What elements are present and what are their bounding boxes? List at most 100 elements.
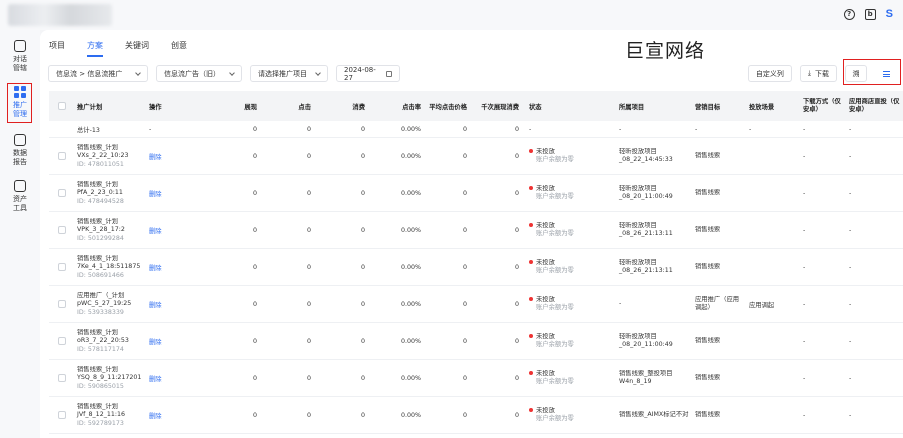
select-all-checkbox[interactable] — [58, 102, 66, 110]
plan-name-link[interactable]: 销售线索_计划YSQ_8_9_11:217201 — [77, 366, 141, 381]
col-header[interactable]: 消费 — [313, 102, 367, 111]
sidebar-item-assets[interactable]: 资产 工具 — [4, 180, 36, 213]
delete-link[interactable]: 删除 — [149, 154, 162, 161]
watermark-text: 巨宣网络 — [625, 40, 706, 62]
col-header[interactable]: 点击率 — [367, 102, 423, 111]
row-checkbox-cell — [49, 263, 75, 271]
tab-keyword[interactable]: 关键词 — [125, 40, 149, 57]
highlight-box-toolbar — [843, 59, 901, 85]
plan-id: ID: 501299284 — [77, 234, 124, 242]
download-method-cell: - — [803, 337, 806, 345]
row-checkbox[interactable] — [58, 337, 66, 345]
total-cell: - — [803, 125, 806, 133]
row-checkbox[interactable] — [58, 300, 66, 308]
plan-id: ID: 539338339 — [77, 308, 124, 316]
col-header: 投放场景 — [749, 103, 775, 111]
delete-link[interactable]: 删除 — [149, 302, 162, 309]
row-checkbox[interactable] — [58, 189, 66, 197]
plan-name-link[interactable]: 销售线索_计划VPK_3_28_17:2 — [77, 218, 125, 233]
delete-link[interactable]: 删除 — [149, 413, 162, 420]
col-header[interactable]: 展现 — [187, 102, 259, 111]
highlight-box-sidebar — [7, 83, 32, 123]
download-method-cell: - — [803, 300, 806, 308]
project-cell: 轻昕投放项目_08_20_11:00:49 — [619, 333, 673, 348]
status-dot-icon — [529, 149, 533, 153]
status-subtext: 账户余额为零 — [536, 230, 574, 237]
impressions-cell: 0 — [252, 411, 257, 419]
status-cell: 未投放 账户余额为零 — [521, 259, 617, 275]
status-text: 未投放 — [536, 222, 555, 229]
row-checkbox[interactable] — [58, 263, 66, 271]
cost-cell: 0 — [360, 152, 365, 160]
impressions-cell: 0 — [252, 374, 257, 382]
tab-project[interactable]: 项目 — [49, 40, 65, 57]
goal-cell: 销售线索 — [695, 226, 721, 233]
plan-name-link[interactable]: 应用推广（_计划pWC_5_27_19:25 — [77, 292, 131, 307]
col-header: 所属项目 — [619, 103, 645, 111]
plan-name-link[interactable]: 销售线索_计划oR3_7_22_20:53 — [77, 329, 129, 344]
delete-link[interactable]: 删除 — [149, 191, 162, 198]
row-checkbox[interactable] — [58, 374, 66, 382]
tab-plan[interactable]: 方案 — [87, 40, 103, 57]
col-header: 推广计划 — [77, 103, 103, 111]
delete-link[interactable]: 删除 — [149, 228, 162, 235]
op-cell: 删除 — [147, 263, 187, 272]
row-checkbox-cell — [49, 189, 75, 197]
share-icon[interactable]: b — [864, 8, 876, 20]
op-cell: 删除 — [147, 226, 187, 235]
cost-cell: 0 — [360, 411, 365, 419]
table-body: 销售线索_计划VXs_2_22_10:23 ID: 478011051 删除 0… — [49, 138, 903, 434]
total-cell: - — [695, 125, 698, 133]
cpm-cell: 0 — [514, 226, 519, 234]
table-row: 销售线索_计划oR3_7_22_20:53 ID: 578117174 删除 0… — [49, 323, 903, 360]
project-select[interactable]: 请选择推广项目 — [250, 65, 328, 82]
clicks-cell: 0 — [306, 411, 311, 419]
col-header[interactable]: 点击 — [259, 102, 313, 111]
plan-name-link[interactable]: 销售线索_计划JVf_8_12_11:16 — [77, 403, 125, 418]
user-avatar[interactable]: S — [886, 8, 893, 20]
delete-link[interactable]: 删除 — [149, 265, 162, 272]
custom-columns-button[interactable]: 自定义列 — [747, 65, 792, 82]
plan-name-cell: 应用推广（_计划pWC_5_27_19:25 ID: 539338339 — [75, 292, 147, 317]
delete-link[interactable]: 删除 — [149, 339, 162, 346]
status-subtext: 账户余额为零 — [536, 378, 574, 385]
row-checkbox[interactable] — [58, 411, 66, 419]
clicks-cell: 0 — [306, 152, 311, 160]
ctr-cell: 0.00% — [400, 300, 421, 308]
plan-name-cell: 销售线索_计划VXs_2_22_10:23 ID: 478011051 — [75, 144, 147, 169]
plan-id: ID: 590865015 — [77, 382, 124, 390]
plan-name-link[interactable]: 销售线索_计划PfA_2_23_0:11 — [77, 181, 123, 196]
channel-select[interactable]: 信息流 > 信息流推广 — [48, 65, 148, 82]
ad-type-select[interactable]: 信息流广告（旧） — [156, 65, 242, 82]
sidebar-item-chat[interactable]: 对话 管辖 — [4, 40, 36, 73]
row-checkbox[interactable] — [58, 152, 66, 160]
plan-name-cell: 销售线索_计划PfA_2_23_0:11 ID: 478494528 — [75, 181, 147, 206]
row-checkbox-cell — [49, 374, 75, 382]
col-header[interactable]: 平均点击价格 — [423, 102, 469, 111]
total-cell: - — [849, 125, 852, 133]
row-checkbox[interactable] — [58, 226, 66, 234]
table-row: 销售线索_计划7Ke_4_1_18:511875 ID: 508691466 删… — [49, 249, 903, 286]
row-checkbox-cell — [49, 337, 75, 345]
project-cell: 销售线索_整投项目W4n_8_19 — [619, 370, 673, 385]
sidebar-item-label: 对话 管辖 — [13, 55, 27, 72]
project-cell: 销售线索_AIMX标记不对 — [619, 411, 689, 418]
calendar-icon — [385, 70, 392, 77]
tab-creative[interactable]: 创意 — [171, 40, 187, 57]
total-cell: - — [149, 125, 152, 133]
plan-name-link[interactable]: 销售线索_计划VXs_2_22_10:23 — [77, 144, 129, 159]
cost-cell: 0 — [360, 337, 365, 345]
date-picker[interactable]: 2024-08-27 — [336, 65, 400, 82]
download-method-cell: - — [803, 411, 806, 419]
col-header[interactable]: 千次展现消费 — [469, 102, 521, 111]
delete-link[interactable]: 删除 — [149, 376, 162, 383]
help-icon[interactable]: ? — [843, 8, 855, 20]
clicks-cell: 0 — [306, 337, 311, 345]
col-header: 应用商店直投（仅安卓） — [849, 98, 900, 113]
plan-name-link[interactable]: 销售线索_计划7Ke_4_1_18:511875 — [77, 255, 140, 270]
sidebar-item-report[interactable]: 数据 报告 — [4, 134, 36, 167]
status-dot-icon — [529, 297, 533, 301]
blurred-logo — [8, 4, 112, 26]
total-cell: 0 — [360, 125, 365, 133]
download-button[interactable]: ⤓ 下载 — [799, 65, 837, 82]
